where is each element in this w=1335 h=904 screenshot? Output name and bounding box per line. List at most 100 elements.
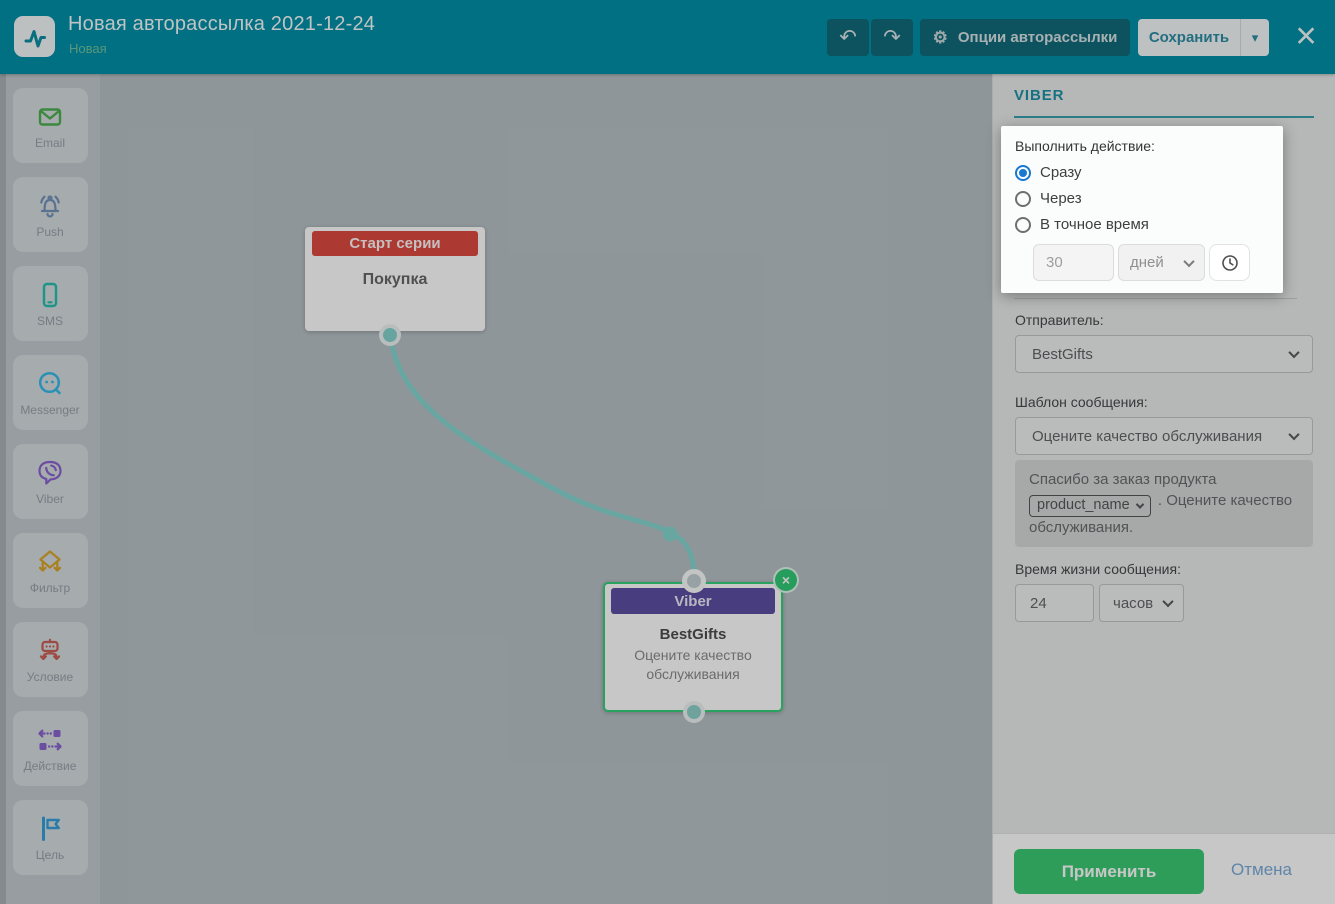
close-editor-button[interactable]: × — [1286, 14, 1326, 58]
page-subtitle: Новая — [69, 41, 107, 56]
undo-button[interactable]: ↶ — [827, 19, 869, 56]
template-value: Оцените качество обслуживания — [1032, 427, 1263, 445]
sidebar-item-viber[interactable]: Viber — [12, 444, 88, 519]
ttl-unit-value: часов — [1113, 594, 1154, 612]
app-header: Новая авторассылка 2021-12-24 Новая ↶ ↷ … — [0, 0, 1335, 74]
undo-icon: ↶ — [839, 26, 857, 49]
sidebar-item-label: Действие — [23, 759, 77, 773]
sidebar-item-label: Push — [36, 225, 64, 239]
radio-icon[interactable] — [1015, 216, 1031, 233]
sender-label: Отправитель: — [1015, 312, 1104, 328]
start-node-body: Покупка — [362, 271, 428, 288]
viber-node[interactable]: Viber BestGifts Оцените качество обслужи… — [603, 582, 783, 712]
delay-unit-value: дней — [1130, 254, 1164, 271]
radio-label: Через — [1040, 190, 1082, 207]
autosend-options-label: Опции авторассылки — [957, 29, 1118, 46]
panel-heading-rule — [1014, 116, 1314, 118]
start-node-output-port[interactable] — [379, 324, 401, 346]
execute-action-popover: Выполнить действие: Сразу Через В точное… — [1001, 126, 1283, 293]
sidebar-item-label: Email — [34, 136, 65, 150]
viber-icon — [38, 460, 62, 485]
cancel-button[interactable]: Отмена — [1231, 860, 1292, 880]
chevron-down-icon — [1162, 595, 1174, 608]
panel-footer: Применить Отмена — [992, 833, 1335, 904]
clock-icon — [1221, 254, 1238, 271]
settings-panel: VIBER Выполнить действие: Сразу Через В … — [992, 74, 1335, 833]
sidebar-item-filter[interactable]: Фильтр — [12, 533, 88, 608]
radio-selected-icon[interactable] — [1015, 164, 1031, 181]
viber-node-subtitle: Оцените качество обслуживания — [634, 647, 752, 682]
sidebar-item-label: Условие — [26, 670, 74, 684]
sender-value: BestGifts — [1032, 345, 1093, 363]
chevron-down-icon — [1135, 499, 1144, 509]
pulse-icon — [24, 29, 46, 47]
radio-label: Сразу — [1040, 164, 1082, 181]
sidebar-item-label: SMS — [36, 314, 63, 328]
panel-heading: VIBER — [1014, 87, 1065, 104]
sidebar-item-messenger[interactable]: Messenger — [12, 355, 88, 430]
radio-immediately[interactable]: Сразу — [1015, 161, 1269, 184]
sidebar-item-goal[interactable]: Цель — [12, 800, 88, 875]
chevron-down-icon: ▾ — [1251, 29, 1259, 45]
page-title: Новая авторассылка 2021-12-24 — [68, 13, 376, 35]
flow-canvas[interactable]: Старт серии Покупка Viber BestGifts Оцен… — [100, 74, 992, 904]
smartphone-icon — [42, 282, 58, 308]
gear-icon: ⚙ — [932, 27, 948, 47]
viber-node-input-port[interactable] — [682, 569, 706, 593]
email-icon — [38, 108, 62, 126]
sender-select[interactable]: BestGifts — [1015, 335, 1313, 373]
condition-robot-icon — [39, 638, 61, 661]
autosend-options-button[interactable]: ⚙ Опции авторассылки — [920, 19, 1130, 56]
message-preview: Спасибо за заказ продукта product_name .… — [1015, 460, 1313, 547]
start-node[interactable]: Старт серии Покупка — [305, 227, 485, 331]
radio-exact-time[interactable]: В точное время — [1015, 213, 1269, 236]
clock-button[interactable] — [1209, 244, 1250, 281]
product-name-select[interactable]: product_name — [1029, 494, 1151, 517]
redo-icon: ↷ — [883, 26, 901, 49]
close-icon: × — [1295, 15, 1317, 56]
viber-node-output-port[interactable] — [683, 701, 705, 723]
flow-connections — [387, 332, 697, 580]
chevron-down-icon — [1288, 428, 1300, 441]
sidebar-item-action[interactable]: Действие — [12, 711, 88, 786]
delay-unit-select[interactable]: дней — [1118, 244, 1205, 281]
save-button[interactable]: Сохранить — [1138, 19, 1241, 56]
start-node-header: Старт серии — [312, 231, 478, 256]
sidebar-item-sms[interactable]: SMS — [12, 266, 88, 341]
template-select[interactable]: Оцените качество обслуживания — [1015, 417, 1313, 455]
ttl-value-input[interactable] — [1015, 584, 1094, 622]
delay-controls: дней — [1033, 244, 1269, 281]
radio-label: В точное время — [1040, 216, 1149, 233]
blocks-sidebar: Email Push SMS Messenger Viber Фильтр Ус… — [0, 74, 100, 904]
save-dropdown-button[interactable]: ▾ — [1241, 19, 1269, 56]
goal-flag-icon — [42, 816, 60, 841]
sidebar-item-label: Viber — [36, 492, 64, 506]
sidebar-item-label: Messenger — [20, 403, 80, 417]
connector-midpoint[interactable] — [662, 526, 678, 542]
connector-line — [387, 332, 697, 580]
sidebar-tiles: Email Push SMS Messenger Viber Фильтр Ус… — [0, 88, 100, 875]
delay-value-input[interactable] — [1033, 244, 1114, 281]
execute-action-label: Выполнить действие: — [1015, 138, 1155, 154]
chevron-down-icon — [1288, 346, 1300, 359]
viber-node-title: BestGifts — [659, 626, 727, 643]
sidebar-item-condition[interactable]: Условие — [12, 622, 88, 697]
radio-icon[interactable] — [1015, 190, 1031, 207]
sidebar-item-email[interactable]: Email — [12, 88, 88, 163]
viber-node-delete-button[interactable]: × — [773, 567, 799, 593]
app-logo — [14, 16, 55, 57]
redo-button[interactable]: ↷ — [871, 19, 913, 56]
product-name-value: product_name — [1037, 497, 1130, 514]
sidebar-item-push[interactable]: Push — [12, 177, 88, 252]
template-label: Шаблон сообщения: — [1015, 394, 1148, 410]
filter-diamond-icon — [38, 550, 62, 572]
save-split-button[interactable]: Сохранить ▾ — [1138, 19, 1269, 56]
apply-button[interactable]: Применить — [1014, 849, 1204, 894]
action-icon — [38, 729, 62, 751]
chat-bubble-icon — [38, 371, 61, 395]
ttl-unit-select[interactable]: часов — [1099, 584, 1184, 622]
radio-after-delay[interactable]: Через — [1015, 187, 1269, 210]
chevron-down-icon — [1183, 255, 1195, 267]
ttl-label: Время жизни сообщения: — [1015, 561, 1181, 577]
section-divider — [1014, 298, 1297, 299]
